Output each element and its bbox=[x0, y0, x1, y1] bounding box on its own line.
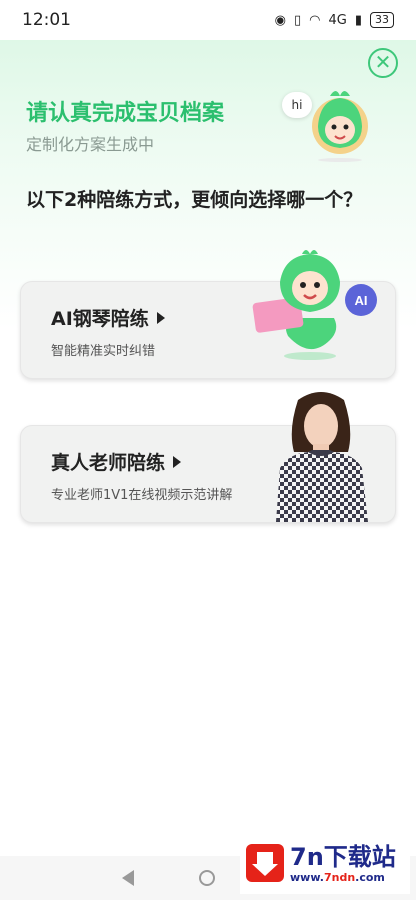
eye-icon: ◉ bbox=[274, 12, 286, 28]
watermark-url-suffix: .com bbox=[355, 870, 385, 884]
status-time: 12:01 bbox=[22, 10, 71, 30]
watermark-url-brand: 7ndn bbox=[323, 870, 356, 884]
download-logo-icon bbox=[246, 844, 284, 882]
play-icon bbox=[173, 455, 182, 468]
ai-badge: AI bbox=[355, 293, 368, 308]
status-icons: ◉ ▯ ◠ 4G ▮ 33 bbox=[275, 12, 394, 28]
close-button[interactable]: ✕ bbox=[368, 48, 398, 78]
option-title: 真人老师陪练 bbox=[51, 448, 182, 475]
question-text: 以下2种陪练方式，更倾向选择哪一个？ bbox=[26, 189, 363, 211]
watermark: 7n下载站 www.7ndn.com bbox=[240, 832, 410, 894]
wifi-icon: ◠ bbox=[309, 12, 321, 28]
option-title-text: AI钢琴陪练 bbox=[51, 308, 149, 330]
option-title-text: 真人老师陪练 bbox=[51, 452, 166, 474]
teacher-photo bbox=[276, 392, 368, 522]
option-title: AI钢琴陪练 bbox=[51, 304, 165, 331]
signal-icon: ▮ bbox=[354, 12, 362, 28]
option-description: 智能精准实时纠错 bbox=[51, 344, 156, 359]
page-subtitle: 定制化方案生成中 bbox=[26, 135, 155, 154]
nav-home-icon[interactable] bbox=[198, 870, 215, 886]
watermark-url: www.7ndn.com bbox=[290, 871, 396, 884]
status-bar: 12:01 ◉ ▯ ◠ 4G ▮ 33 bbox=[0, 0, 416, 40]
battery-icon: 33 bbox=[370, 12, 394, 28]
network-label: 4G bbox=[328, 12, 347, 28]
greeting-bubble: hi bbox=[282, 92, 312, 118]
watermark-url-prefix: www. bbox=[290, 870, 324, 884]
page-title: 请认真完成宝贝档案 bbox=[26, 101, 225, 126]
nav-back-icon[interactable] bbox=[122, 870, 135, 886]
watermark-name: 7n下载站 bbox=[290, 842, 396, 871]
ai-mascot-illustration: AI bbox=[252, 250, 377, 360]
option-description: 专业老师1V1在线视频示范讲解 bbox=[51, 488, 233, 503]
mascot-avatar-icon bbox=[312, 91, 368, 162]
watermark-text: 7n下载站 www.7ndn.com bbox=[290, 843, 396, 884]
play-icon bbox=[156, 311, 165, 324]
vibrate-icon: ▯ bbox=[293, 12, 302, 28]
